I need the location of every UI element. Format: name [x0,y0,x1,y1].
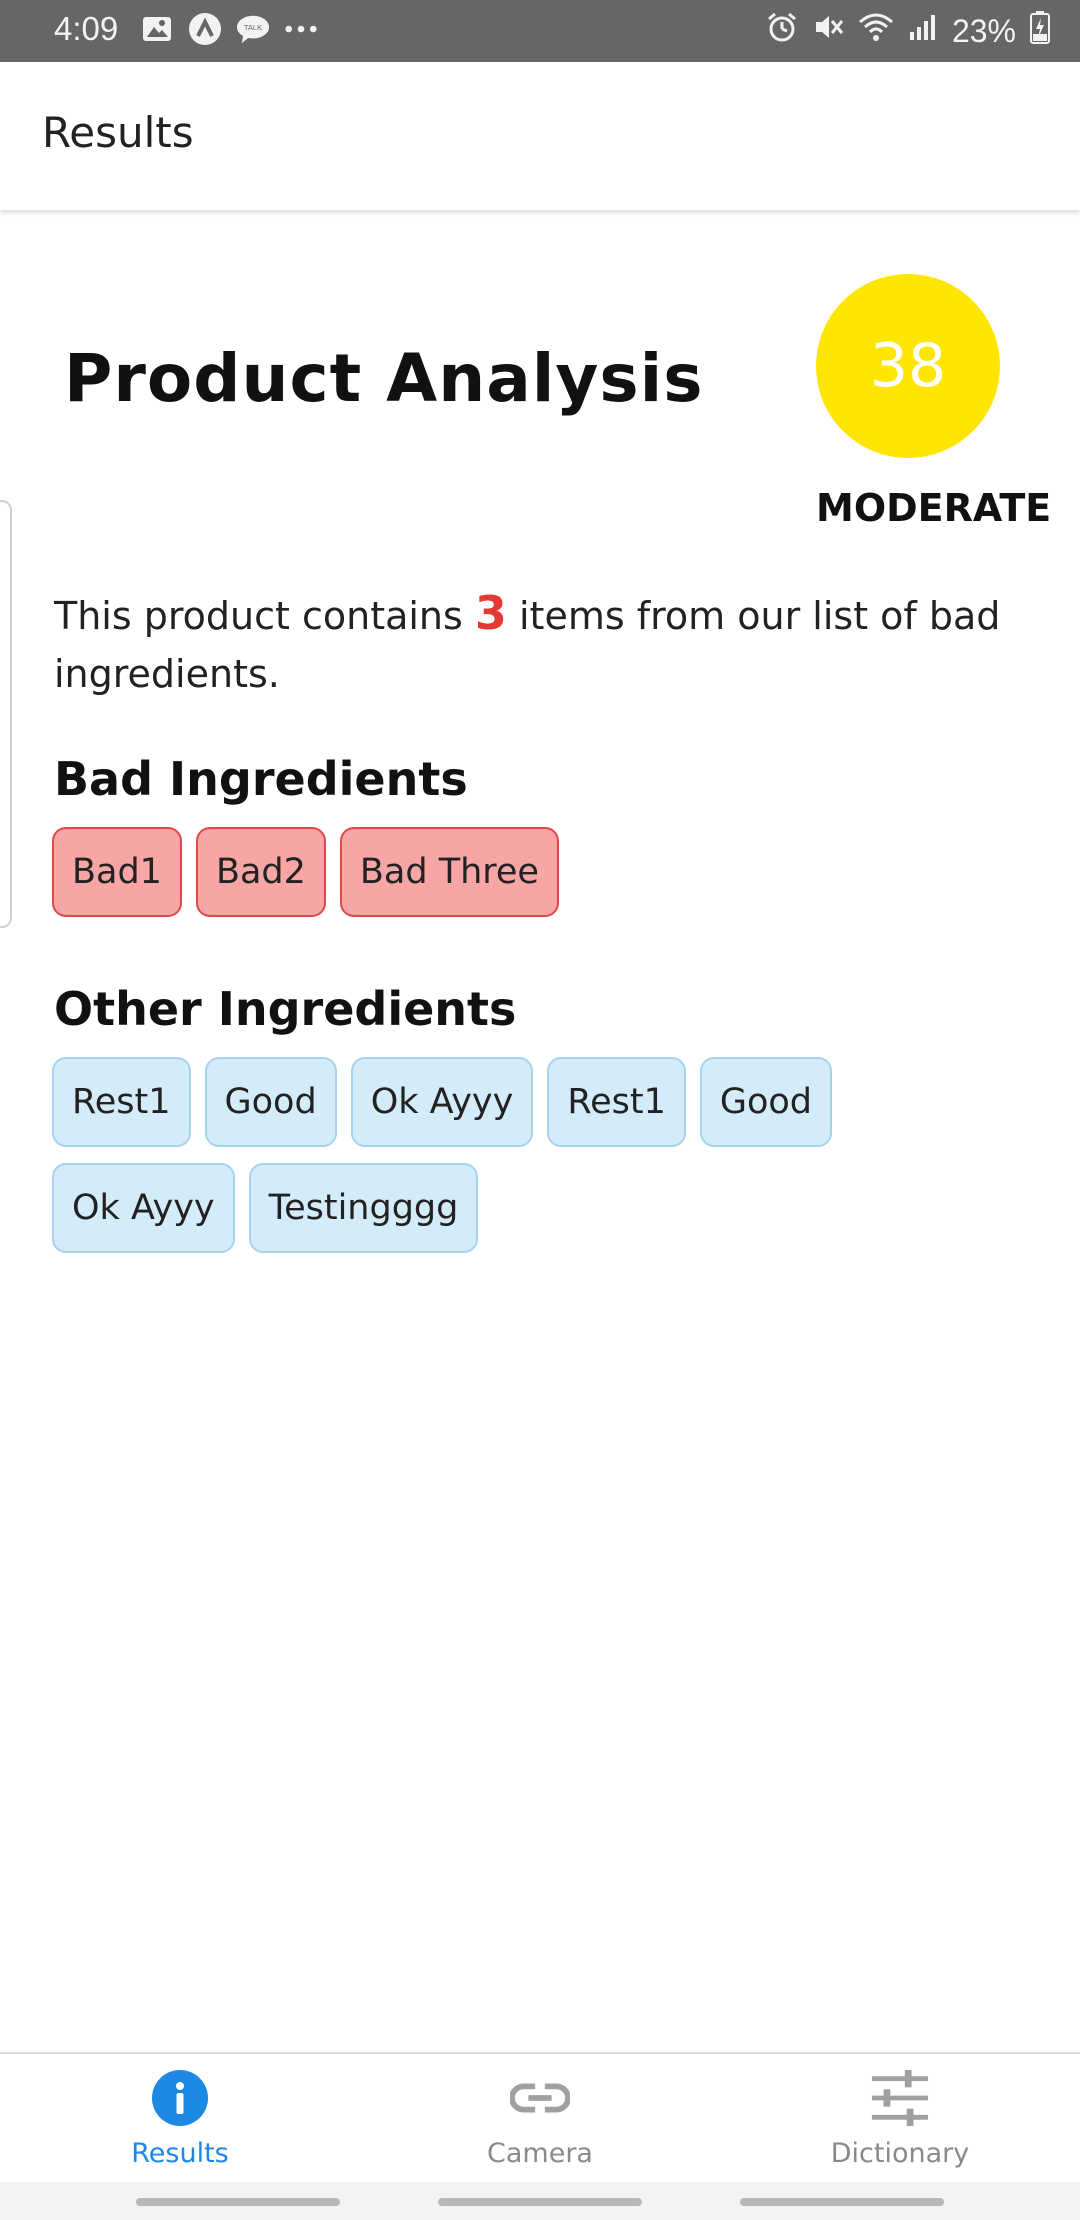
mute-icon [812,11,844,51]
bottom-navigation: Results Camera Dictionary [0,2052,1080,2184]
system-indicators: 23% [766,10,1050,52]
bad-ingredients-list: Bad1 Bad2 Bad Three [52,827,1032,933]
nav-label-camera: Camera [487,2138,593,2169]
app-bar: Results [0,62,1080,210]
wifi-icon [858,12,894,50]
nav-item-camera[interactable]: Camera [360,2054,720,2184]
score-badge: 38 [816,274,1000,458]
status-bar: 4:09 TALK 23% [0,0,1080,62]
other-ingredient-chip[interactable]: Testingggg [248,1163,479,1253]
status-time: 4:09 [54,10,119,47]
nav-label-results: Results [131,2138,229,2169]
page-title: Product Analysis [64,340,704,417]
talk-icon: TALK [236,12,270,46]
bad-ingredient-chip[interactable]: Bad2 [195,827,326,917]
side-drawer-handle[interactable] [0,500,12,928]
bad-count: 3 [474,586,507,640]
nav-label-dictionary: Dictionary [830,2138,970,2169]
battery-percent: 23% [951,12,1016,49]
image-icon [140,12,174,46]
info-icon [150,2068,210,2128]
other-ingredient-chip[interactable]: Good [699,1057,833,1147]
bad-ingredient-chip[interactable]: Bad Three [339,827,559,917]
nav-item-results[interactable]: Results [0,2054,360,2184]
gesture-pill-home[interactable] [438,2198,642,2206]
sliders-icon [870,2068,930,2128]
link-icon [510,2068,570,2128]
score-value: 38 [869,331,947,401]
alarm-icon [766,11,798,51]
other-ingredient-chip[interactable]: Rest1 [547,1057,686,1147]
system-gesture-bar [0,2182,1080,2220]
other-ingredients-list: Rest1 Good Ok Ayyy Rest1 Good Ok Ayyy Te… [52,1057,1032,1269]
battery-icon [1030,10,1050,52]
signal-icon [908,12,938,50]
other-ingredient-chip[interactable]: Ok Ayyy [52,1163,235,1253]
nav-item-dictionary[interactable]: Dictionary [720,2054,1080,2184]
summary-prefix: This product contains [54,594,475,638]
svg-text:TALK: TALK [244,23,262,32]
gesture-pill-right[interactable] [740,2198,944,2206]
analysis-summary: This product contains 3 items from our l… [54,584,1014,703]
notification-icons: TALK [140,12,318,46]
more-dots-icon [284,12,318,46]
app-bar-title: Results [42,108,194,157]
other-ingredient-chip[interactable]: Rest1 [52,1057,191,1147]
other-ingredients-heading: Other Ingredients [54,982,517,1036]
other-ingredient-chip[interactable]: Ok Ayyy [350,1057,534,1147]
bad-ingredient-chip[interactable]: Bad1 [52,827,182,917]
bad-ingredients-heading: Bad Ingredients [54,752,468,806]
score-rating: MODERATE [816,486,1052,530]
app-a-icon [188,12,222,46]
gesture-pill-left[interactable] [136,2198,340,2206]
other-ingredient-chip[interactable]: Good [204,1057,337,1147]
